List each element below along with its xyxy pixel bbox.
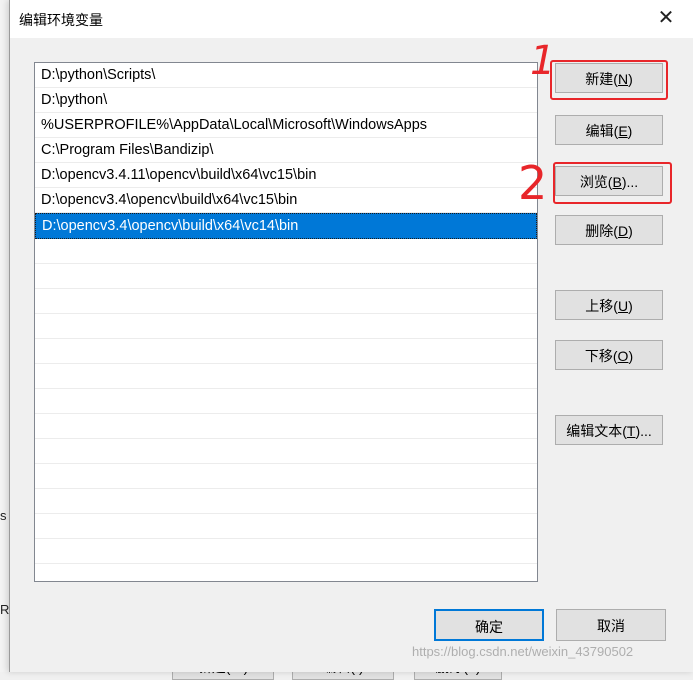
path-list-item[interactable] bbox=[35, 464, 537, 489]
path-list-item[interactable] bbox=[35, 564, 537, 581]
path-list-item[interactable]: D:\opencv3.4\opencv\build\x64\vc14\bin bbox=[35, 213, 537, 239]
dialog-title: 编辑环境变量 bbox=[19, 12, 103, 28]
path-list-item[interactable] bbox=[35, 414, 537, 439]
title-bar: 编辑环境变量 ✕ bbox=[10, 0, 693, 38]
path-list[interactable]: D:\python\Scripts\ D:\python\ %USERPROFILE… bbox=[34, 62, 538, 582]
path-list-item[interactable]: C:\Program Files\Bandizip\ bbox=[35, 138, 537, 163]
path-list-item[interactable] bbox=[35, 239, 537, 264]
path-list-item[interactable] bbox=[35, 439, 537, 464]
path-list-item[interactable]: D:\opencv3.4\opencv\build\x64\vc15\bin bbox=[35, 188, 537, 213]
watermark: https://blog.csdn.net/weixin_43790502 bbox=[412, 644, 634, 659]
path-list-item[interactable] bbox=[35, 339, 537, 364]
path-list-item[interactable] bbox=[35, 314, 537, 339]
move-down-button[interactable]: 下移(O) bbox=[555, 340, 663, 370]
path-list-item[interactable] bbox=[35, 539, 537, 564]
path-list-item[interactable]: D:\python\ bbox=[35, 88, 537, 113]
ok-button[interactable]: 确定 bbox=[434, 609, 544, 641]
path-list-item[interactable] bbox=[35, 264, 537, 289]
path-list-item[interactable]: D:\opencv3.4.11\opencv\build\x64\vc15\bi… bbox=[35, 163, 537, 188]
move-up-button[interactable]: 上移(U) bbox=[555, 290, 663, 320]
delete-button[interactable]: 删除(D) bbox=[555, 215, 663, 245]
browse-button[interactable]: 浏览(B)... bbox=[555, 166, 663, 196]
edit-text-button[interactable]: 编辑文本(T)... bbox=[555, 415, 663, 445]
path-list-item[interactable] bbox=[35, 514, 537, 539]
edit-button[interactable]: 编辑(E) bbox=[555, 115, 663, 145]
path-list-item[interactable] bbox=[35, 389, 537, 414]
path-list-item[interactable] bbox=[35, 289, 537, 314]
edit-env-variable-dialog: 编辑环境变量 ✕ D:\python\Scripts\ D:\python\ %US… bbox=[9, 0, 693, 672]
path-list-item[interactable] bbox=[35, 489, 537, 514]
bg-text-fragment: s bbox=[0, 508, 7, 523]
path-list-item[interactable]: D:\python\Scripts\ bbox=[35, 63, 537, 88]
close-icon[interactable]: ✕ bbox=[656, 8, 676, 28]
cancel-button[interactable]: 取消 bbox=[556, 609, 666, 641]
new-button[interactable]: 新建(N) bbox=[555, 63, 663, 93]
path-list-item[interactable] bbox=[35, 364, 537, 389]
path-list-item[interactable]: %USERPROFILE%\AppData\Local\Microsoft\Wi… bbox=[35, 113, 537, 138]
